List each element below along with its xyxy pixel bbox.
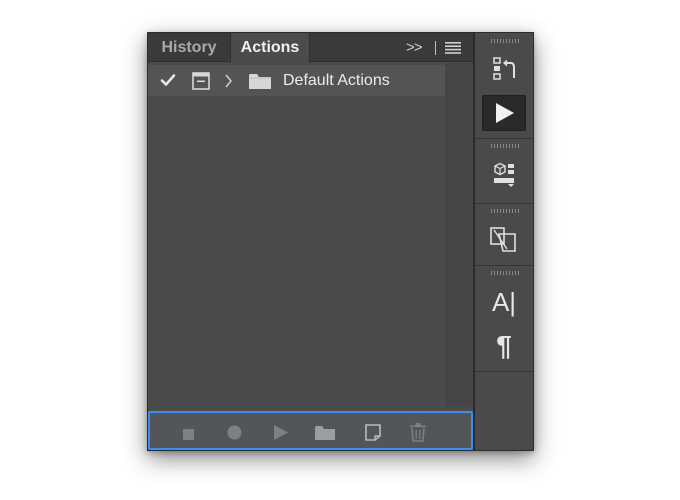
tab-history[interactable]: History	[148, 33, 230, 62]
panel-menu-icon[interactable]	[445, 33, 463, 62]
play-icon[interactable]	[274, 425, 288, 445]
toggle-dialog-icon[interactable]	[192, 72, 210, 95]
dock-grip[interactable]	[491, 144, 519, 148]
tabbar-divider	[435, 41, 436, 55]
vertical-scrollbar[interactable]	[446, 63, 473, 407]
3d-icon	[494, 162, 514, 187]
new-set-folder-icon[interactable]	[314, 424, 336, 446]
dock-3d-button[interactable]	[482, 157, 526, 193]
stop-icon[interactable]	[183, 427, 194, 445]
panel-tabbar: History Actions >>	[148, 33, 473, 63]
dock-actions-button[interactable]	[482, 95, 526, 131]
dock-transform-button[interactable]	[482, 221, 526, 257]
dock-divider	[475, 138, 533, 139]
dock-history-button[interactable]	[482, 51, 526, 87]
tab-actions[interactable]: Actions	[230, 33, 310, 63]
actions-footer-toolbar	[148, 411, 473, 450]
dock-grip[interactable]	[491, 209, 519, 213]
actions-play-icon	[496, 103, 514, 123]
paragraph-icon[interactable]: ¶	[482, 329, 526, 363]
trash-icon[interactable]	[410, 423, 426, 447]
collapse-panels-button[interactable]: >>	[406, 33, 428, 62]
action-set-label: Default Actions	[283, 72, 390, 89]
actions-list: Default Actions	[148, 63, 445, 407]
dock-divider	[475, 265, 533, 266]
chevron-right-icon[interactable]	[224, 73, 234, 94]
folder-icon	[248, 72, 272, 95]
toggle-item-check-icon[interactable]	[160, 72, 176, 93]
dock-divider	[475, 371, 533, 372]
dock-grip[interactable]	[491, 271, 519, 275]
dock-grip[interactable]	[491, 39, 519, 43]
actions-panel: History Actions >> Default Actions	[147, 32, 474, 451]
right-panel-dock: A| ¶	[474, 32, 534, 451]
transform-icon	[490, 227, 516, 252]
new-action-icon[interactable]	[365, 424, 381, 446]
dock-divider	[475, 203, 533, 204]
list-item[interactable]: Default Actions	[148, 65, 445, 96]
character-icon[interactable]: A|	[482, 285, 526, 319]
history-icon	[493, 57, 515, 80]
record-icon[interactable]	[227, 425, 242, 445]
